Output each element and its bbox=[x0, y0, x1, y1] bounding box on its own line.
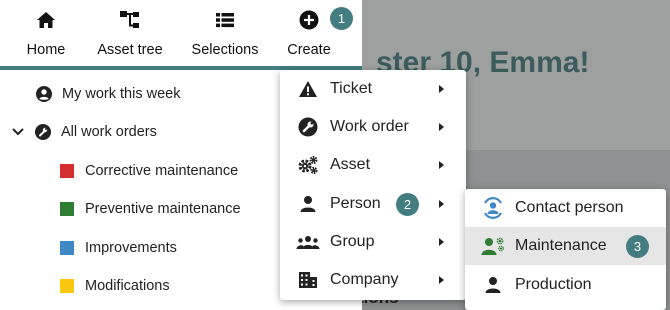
color-swatch bbox=[60, 241, 74, 255]
warning-icon bbox=[296, 80, 320, 98]
sidebar-item-label: Improvements bbox=[85, 240, 177, 256]
submenu-item-production[interactable]: Production bbox=[465, 266, 666, 304]
submenu-item-contact-person[interactable]: Contact person bbox=[465, 189, 666, 227]
sidebar-item-label: Corrective maintenance bbox=[85, 163, 239, 179]
person-icon bbox=[479, 276, 507, 294]
create-menu: Ticket Work order Asset Person 2 Group C… bbox=[280, 70, 466, 300]
contact-person-icon bbox=[479, 197, 507, 219]
step-badge-1: 1 bbox=[330, 7, 353, 30]
sidebar-item-my-work[interactable]: My work this week bbox=[36, 86, 180, 102]
submenu-item-maintenance[interactable]: Maintenance 3 bbox=[465, 227, 666, 265]
tab-home-label: Home bbox=[26, 42, 66, 58]
wrench-circle-icon bbox=[35, 124, 51, 140]
plus-circle-icon bbox=[299, 8, 319, 32]
tab-create-label: Create bbox=[287, 42, 331, 58]
tab-selections-label: Selections bbox=[191, 42, 259, 58]
building-icon bbox=[296, 271, 320, 289]
sidebar-item-label: Preventive maintenance bbox=[85, 201, 241, 217]
submenu-item-label: Contact person bbox=[515, 199, 624, 216]
group-icon bbox=[296, 234, 320, 250]
submenu-arrow-icon bbox=[439, 161, 444, 169]
submenu-arrow-icon bbox=[439, 200, 444, 208]
sidebar-item-my-work-label: My work this week bbox=[62, 86, 181, 102]
menu-item-label: Company bbox=[330, 271, 399, 288]
top-tab-bar: Home Asset tree Selections Create 1 bbox=[0, 0, 362, 66]
sidebar-item-label: Modifications bbox=[85, 278, 170, 294]
tab-asset-tree[interactable]: Asset tree bbox=[92, 8, 168, 58]
asset-tree-icon bbox=[119, 8, 141, 32]
sidebar-item-all-work-orders[interactable]: All work orders bbox=[12, 124, 157, 140]
menu-item-label: Person bbox=[330, 195, 381, 212]
menu-item-label: Ticket bbox=[330, 80, 373, 97]
gears-icon bbox=[296, 155, 320, 175]
submenu-arrow-icon bbox=[439, 238, 444, 246]
list-icon bbox=[215, 8, 235, 32]
color-swatch bbox=[60, 164, 74, 178]
person-submenu: Contact person Maintenance 3 Production bbox=[465, 189, 666, 310]
sidebar-item-modifications[interactable]: Modifications bbox=[60, 278, 170, 294]
home-icon bbox=[36, 8, 56, 32]
tab-selections[interactable]: Selections bbox=[188, 8, 262, 58]
sidebar-item-all-work-orders-label: All work orders bbox=[61, 124, 157, 140]
menu-item-group[interactable]: Group bbox=[280, 223, 466, 261]
submenu-item-label: Production bbox=[515, 276, 592, 293]
submenu-arrow-icon bbox=[439, 85, 444, 93]
color-swatch bbox=[60, 279, 74, 293]
sidebar-item-corrective[interactable]: Corrective maintenance bbox=[60, 163, 238, 179]
submenu-item-label: Maintenance bbox=[515, 237, 607, 254]
sidebar-item-preventive[interactable]: Preventive maintenance bbox=[60, 201, 241, 217]
sidebar-item-improvements[interactable]: Improvements bbox=[60, 240, 177, 256]
menu-item-label: Asset bbox=[330, 156, 371, 173]
menu-item-label: Group bbox=[330, 233, 375, 250]
menu-item-work-order[interactable]: Work order bbox=[280, 108, 466, 146]
wrench-icon bbox=[296, 117, 320, 137]
person-icon bbox=[296, 195, 320, 213]
user-circle-icon bbox=[36, 86, 52, 102]
menu-item-ticket[interactable]: Ticket bbox=[280, 70, 466, 108]
menu-item-company[interactable]: Company bbox=[280, 261, 466, 299]
tab-create[interactable]: Create bbox=[283, 8, 335, 58]
submenu-arrow-icon bbox=[439, 276, 444, 284]
step-badge-3: 3 bbox=[626, 235, 649, 258]
color-swatch bbox=[60, 202, 74, 216]
menu-item-person[interactable]: Person 2 bbox=[280, 185, 466, 223]
maintenance-person-icon bbox=[479, 236, 507, 256]
step-badge-2: 2 bbox=[396, 193, 419, 216]
menu-item-asset[interactable]: Asset bbox=[280, 146, 466, 184]
chevron-down-icon[interactable] bbox=[12, 128, 26, 136]
menu-item-label: Work order bbox=[330, 118, 409, 135]
tab-asset-tree-label: Asset tree bbox=[97, 42, 163, 58]
submenu-arrow-icon bbox=[439, 123, 444, 131]
tab-home[interactable]: Home bbox=[22, 8, 70, 58]
